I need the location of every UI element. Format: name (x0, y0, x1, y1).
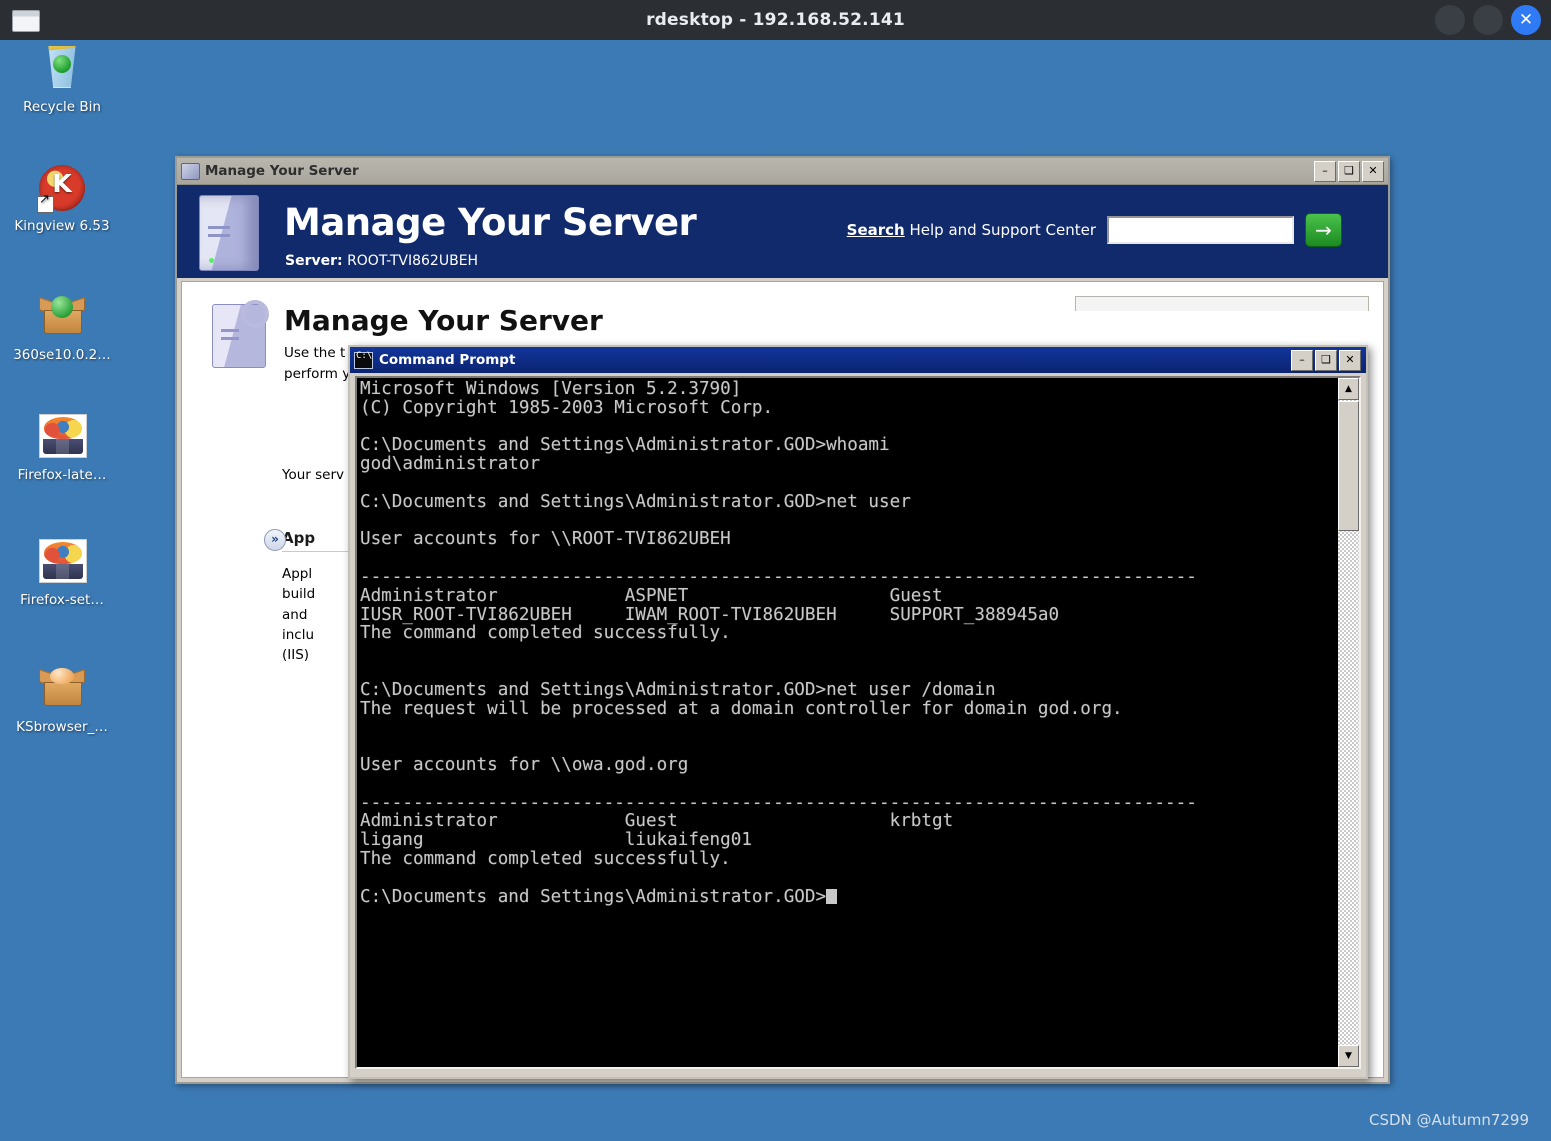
maximize-button[interactable] (1473, 5, 1503, 35)
desktop-icon-label: Recycle Bin (23, 99, 101, 115)
mys-search-area: Search Help and Support Center → (847, 213, 1342, 247)
ksbrowser-box-icon (39, 666, 85, 712)
search-label-bold: Search (846, 221, 905, 239)
mys-window-title: Manage Your Server (205, 163, 359, 179)
desktop-icon-label: 360se10.0.2… (13, 347, 111, 363)
cmd-console-text: Microsoft Windows [Version 5.2.3790] (C)… (360, 379, 1197, 869)
rdesktop-window-controls: ✕ (1435, 5, 1541, 35)
desktop-icon-recycle-bin[interactable]: Recycle Bin (0, 44, 124, 116)
cmd-client-area: Microsoft Windows [Version 5.2.3790] (C)… (355, 376, 1361, 1069)
mys-content-heading: Manage Your Server (284, 304, 603, 337)
section-body-line: (IIS) (282, 647, 310, 663)
desktop-icon-label: Kingview 6.53 (14, 218, 110, 234)
command-prompt-window: Command Prompt – ❑ ✕ Microsoft Windows [… (348, 345, 1368, 1079)
mys-server-config-line: Your serv (282, 467, 344, 483)
section-body-line: inclu (282, 626, 315, 643)
search-go-arrow-icon[interactable]: → (1305, 213, 1342, 247)
cmd-close-button[interactable]: ✕ (1339, 349, 1361, 371)
cmd-minimize-button[interactable]: – (1291, 349, 1313, 371)
firefox-icon (39, 539, 87, 585)
cmd-window-title: Command Prompt (379, 352, 516, 368)
mys-server-line: Server: ROOT-TVI862UBEH (285, 253, 478, 269)
server-config-icon (212, 300, 269, 368)
cmd-cursor (826, 888, 838, 904)
mys-section-body: Appl build and inclu (IIS) (282, 564, 344, 665)
section-body-line: build (282, 586, 316, 603)
scroll-up-icon[interactable]: ▲ (1338, 378, 1359, 400)
mys-server-label: Server: (285, 253, 343, 269)
shortcut-arrow-icon (37, 193, 54, 213)
search-input[interactable] (1107, 216, 1294, 244)
desktop-icon-kingview[interactable]: Kingview 6.53 (0, 165, 124, 235)
remote-desktop-surface: Recycle Bin Kingview 6.53 360se10.0.2… F… (0, 40, 1551, 1141)
desktop-icon-firefox-latest[interactable]: Firefox-late… (0, 412, 124, 484)
close-icon[interactable]: ✕ (1511, 5, 1541, 35)
section-body-line: and (282, 606, 308, 623)
desktop-icon-ksbrowser[interactable]: KSbrowser_… (0, 662, 124, 736)
desktop-icon-firefox-setup[interactable]: Firefox-set… (0, 537, 124, 609)
cmd-maximize-button[interactable]: ❑ (1315, 349, 1337, 371)
rdesktop-titlebar: rdesktop - 192.168.52.141 ✕ (0, 0, 1551, 40)
mys-banner: Manage Your Server Server: ROOT-TVI862UB… (177, 185, 1388, 278)
mys-intro-line1: Use the t (284, 345, 346, 361)
search-label-rest: Help and Support Center (904, 221, 1096, 239)
search-label: Search Help and Support Center (847, 221, 1096, 239)
desktop-icon-label: Firefox-set… (20, 592, 104, 608)
cmd-caret-line: C:\Documents and Settings\Administrator.… (360, 887, 1337, 907)
cmd-console-screen[interactable]: Microsoft Windows [Version 5.2.3790] (C)… (357, 378, 1337, 1067)
kingview-icon (37, 165, 85, 213)
rdesktop-window-title: rdesktop - 192.168.52.141 (646, 10, 905, 30)
mys-side-panel (1075, 296, 1369, 311)
scrollbar-thumb[interactable] (1338, 401, 1359, 531)
mys-minimize-button[interactable]: – (1314, 160, 1336, 182)
csdn-watermark: CSDN @Autumn7299 (1369, 1111, 1529, 1129)
mys-banner-heading: Manage Your Server (284, 201, 697, 244)
command-prompt-icon (354, 351, 373, 369)
section-body-line: Appl (282, 566, 313, 582)
desktop-icon-label: Firefox-late… (17, 467, 107, 483)
mys-window-controls: – ❑ ✕ (1314, 160, 1384, 182)
desktop-icon-360se[interactable]: 360se10.0.2… (0, 290, 124, 364)
mys-titlebar[interactable]: Manage Your Server – ❑ ✕ (177, 158, 1388, 185)
mys-intro-line2: perform y (284, 365, 351, 382)
mys-maximize-button[interactable]: ❑ (1338, 160, 1360, 182)
chevron-up-icon[interactable]: » (264, 529, 286, 551)
cmd-vertical-scrollbar[interactable]: ▲ ▼ (1337, 378, 1359, 1067)
firefox-icon (39, 414, 87, 460)
recycle-bin-icon (39, 46, 85, 92)
server-tower-icon (199, 195, 259, 271)
cmd-titlebar[interactable]: Command Prompt – ❑ ✕ (350, 347, 1366, 373)
mys-server-name: ROOT-TVI862UBEH (347, 253, 479, 269)
cmd-window-controls: – ❑ ✕ (1291, 349, 1361, 371)
scroll-down-icon[interactable]: ▼ (1338, 1045, 1359, 1067)
mys-close-button[interactable]: ✕ (1362, 160, 1384, 182)
desktop-icon-label: KSbrowser_… (16, 719, 108, 735)
minimize-button[interactable] (1435, 5, 1465, 35)
mys-window-icon (181, 162, 200, 180)
360se-box-icon (39, 294, 85, 340)
scrollbar-track[interactable] (1338, 531, 1359, 1045)
